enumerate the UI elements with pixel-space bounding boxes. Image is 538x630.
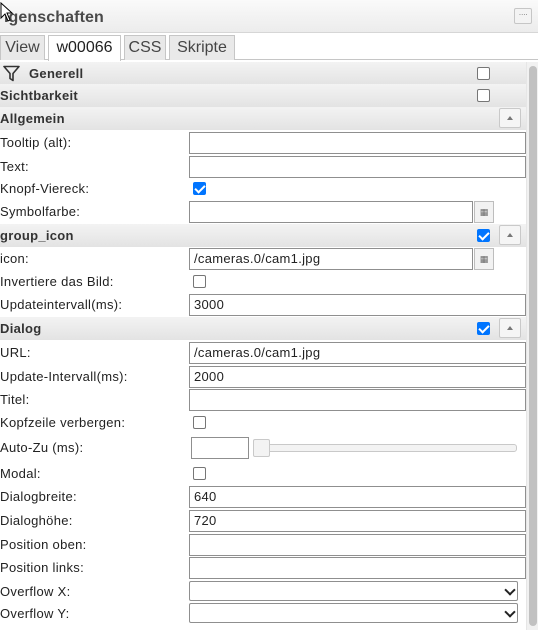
chevron-down-icon [504, 606, 516, 618]
row-knopf-viereck: Knopf-Viereck: [0, 177, 526, 200]
auto-zu-input[interactable] [191, 437, 249, 459]
row-tooltip: Tooltip (alt): [0, 131, 526, 154]
group-generell[interactable]: Generell [0, 62, 526, 85]
file-picker-icon[interactable]: ▦ [474, 248, 494, 270]
group-sichtbarkeit[interactable]: Sichtbarkeit [0, 84, 526, 107]
group-title-generell: Generell [29, 66, 84, 81]
icon-label: icon: [0, 251, 29, 266]
row-auto-zu: Auto-Zu (ms): [0, 436, 526, 459]
dialog-checkbox[interactable] [477, 322, 490, 335]
invertiere-label: Invertiere das Bild: [0, 274, 114, 289]
row-icon: icon: /cameras.0/cam1.jpg ▦ [0, 247, 526, 270]
properties-list: Generell Sichtbarkeit Allgemein Tooltip … [0, 62, 526, 630]
collapse-group-icon-button[interactable] [499, 225, 521, 245]
row-kopfzeile: Kopfzeile verbergen: [0, 411, 526, 434]
url-label: URL: [0, 345, 31, 360]
position-oben-label: Position oben: [0, 537, 87, 552]
auto-zu-slider-track[interactable] [253, 444, 517, 452]
text-label: Text: [0, 159, 29, 174]
row-symbolfarbe: Symbolfarbe: ▦ [0, 200, 526, 223]
group-title-sichtbarkeit: Sichtbarkeit [0, 88, 79, 103]
row-url: URL: /cameras.0/cam1.jpg [0, 341, 526, 364]
collapse-allgemein-button[interactable] [499, 108, 521, 128]
tab-css[interactable]: CSS [124, 35, 166, 60]
knopf-viereck-checkbox[interactable] [193, 182, 206, 195]
row-invertiere: Invertiere das Bild: [0, 270, 526, 293]
row-titel: Titel: [0, 388, 526, 411]
symbolfarbe-label: Symbolfarbe: [0, 204, 81, 219]
group-dialog[interactable]: Dialog [0, 317, 526, 340]
position-links-input[interactable] [189, 557, 526, 579]
dialogbreite-input[interactable]: 640 [189, 486, 526, 508]
updateintervall-label: Updateintervall(ms): [0, 297, 123, 312]
group-allgemein[interactable]: Allgemein [0, 107, 526, 130]
row-dialogbreite: Dialogbreite: 640 [0, 485, 526, 508]
text-input[interactable] [189, 156, 526, 178]
url-input[interactable]: /cameras.0/cam1.jpg [189, 342, 526, 364]
sichtbarkeit-checkbox[interactable] [477, 89, 490, 102]
group-title-dialog: Dialog [0, 321, 42, 336]
tab-bar: View w00066 CSS Skripte [0, 33, 538, 61]
dialoghoehe-input[interactable]: 720 [189, 510, 526, 532]
group-icon-checkbox[interactable] [477, 229, 490, 242]
symbolfarbe-input[interactable] [189, 201, 473, 223]
group-title-allgemein: Allgemein [0, 111, 65, 126]
scrollbar[interactable] [526, 62, 538, 630]
row-position-links: Position links: [0, 556, 526, 579]
titel-input[interactable] [189, 389, 526, 411]
group-title-group-icon: group_icon [0, 228, 74, 243]
row-dialoghoehe: Dialoghöhe: 720 [0, 509, 526, 532]
kopfzeile-checkbox[interactable] [193, 416, 206, 429]
group-group-icon[interactable]: group_icon [0, 224, 526, 247]
row-overflow-x: Overflow X: [0, 580, 526, 603]
titel-label: Titel: [0, 392, 30, 407]
overflow-y-select[interactable] [189, 603, 518, 623]
filter-icon [3, 65, 20, 82]
update-intervall-label: Update-Intervall(ms): [0, 369, 128, 384]
overflow-x-label: Overflow X: [0, 584, 71, 599]
kopfzeile-label: Kopfzeile verbergen: [0, 415, 126, 430]
updateintervall-input[interactable]: 3000 [189, 294, 526, 316]
modal-checkbox[interactable] [193, 467, 206, 480]
row-modal: Modal: [0, 462, 526, 485]
scrollbar-thumb[interactable] [529, 66, 537, 626]
generell-checkbox[interactable] [477, 67, 490, 80]
overflow-x-select[interactable] [189, 581, 518, 601]
tab-view[interactable]: View [0, 35, 45, 60]
overflow-y-label: Overflow Y: [0, 606, 70, 621]
color-picker-icon[interactable]: ▦ [474, 201, 494, 223]
tab-w00066[interactable]: w00066 [48, 35, 121, 61]
row-overflow-y: Overflow Y: [0, 602, 526, 625]
modal-label: Modal: [0, 466, 41, 481]
tooltip-label: Tooltip (alt): [0, 135, 72, 150]
update-intervall-input[interactable]: 2000 [189, 366, 526, 388]
collapse-dialog-button[interactable] [499, 318, 521, 338]
mouse-cursor-icon [0, 2, 14, 22]
row-updateintervall: Updateintervall(ms): 3000 [0, 293, 526, 316]
position-links-label: Position links: [0, 560, 84, 575]
chevron-down-icon [504, 584, 516, 596]
row-text: Text: [0, 155, 526, 178]
invertiere-checkbox[interactable] [193, 275, 206, 288]
position-oben-input[interactable] [189, 534, 526, 556]
row-position-oben: Position oben: [0, 533, 526, 556]
knopf-viereck-label: Knopf-Viereck: [0, 181, 90, 196]
auto-zu-label: Auto-Zu (ms): [0, 440, 84, 455]
panel-header: igenschaften ···· [0, 0, 538, 33]
tooltip-input[interactable] [189, 132, 526, 154]
icon-input[interactable]: /cameras.0/cam1.jpg [189, 248, 473, 270]
auto-zu-slider-handle[interactable] [253, 439, 270, 457]
tab-skripte[interactable]: Skripte [169, 35, 235, 60]
dialoghoehe-label: Dialoghöhe: [0, 513, 73, 528]
row-update-intervall: Update-Intervall(ms): 2000 [0, 365, 526, 388]
dialogbreite-label: Dialogbreite: [0, 489, 77, 504]
menu-dots-icon[interactable]: ···· [514, 8, 532, 24]
panel-title: igenschaften [4, 9, 104, 26]
